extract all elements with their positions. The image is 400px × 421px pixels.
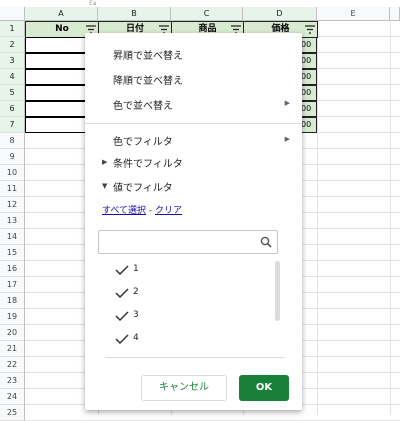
row-header[interactable]: 9 [0,149,25,165]
value-search-box[interactable] [98,230,278,254]
link-separator: - [146,206,155,216]
value-item-4[interactable]: 4 [133,333,139,343]
select-all-link[interactable]: すべて選択 [102,206,146,216]
cell-d5[interactable]: 00 [300,85,317,101]
menu-filter-by-color[interactable]: 色でフィルタ [113,133,173,148]
menu-sort-ascending[interactable]: 昇順で並べ替え [113,47,183,62]
menu-sort-by-color[interactable]: 色で並べ替え [113,97,173,112]
header-no-label: No [55,24,69,34]
collapse-down-icon[interactable]: ▼ [102,182,107,190]
row-header[interactable]: 1 [0,21,25,37]
column-header-f[interactable] [390,7,400,21]
value-item-2[interactable]: 2 [133,287,139,297]
column-header-d[interactable]: D [243,7,317,21]
row-header[interactable]: 8 [0,133,25,149]
row-header[interactable]: 23 [0,373,25,389]
row-header[interactable]: 2 [0,37,25,53]
row-header[interactable]: 25 [0,405,25,421]
cell-d2[interactable]: 00 [300,37,317,53]
menu-divider [85,123,302,124]
row-header[interactable]: 5 [0,85,25,101]
row-header[interactable]: 7 [0,117,25,133]
column-header-e[interactable]: E [317,7,390,21]
column-header-b[interactable]: B [98,7,171,21]
select-clear-links: すべて選択 - クリア [102,203,182,216]
value-item-1[interactable]: 1 [133,264,139,274]
list-divider [105,357,285,358]
ok-button[interactable]: OK [239,375,289,401]
cell-d7[interactable]: 00 [300,117,317,133]
menu-sort-descending[interactable]: 降順で並べ替え [113,72,183,87]
check-icon[interactable] [115,265,129,275]
row-header[interactable]: 13 [0,213,25,229]
row-header[interactable]: 3 [0,53,25,69]
row-header[interactable]: 19 [0,309,25,325]
check-icon[interactable] [115,311,129,321]
column-header-c[interactable]: C [171,7,243,21]
expand-right-icon[interactable]: ▶ [102,158,107,166]
menu-filter-by-values[interactable]: 値でフィルタ [113,179,173,194]
row-header[interactable]: 20 [0,325,25,341]
clear-link[interactable]: クリア [155,206,182,216]
select-all-corner[interactable] [0,7,25,21]
top-mark: Ea [89,0,97,7]
row-header[interactable]: 11 [0,181,25,197]
row-header[interactable]: 14 [0,229,25,245]
column-header-a[interactable]: A [25,7,98,21]
submenu-arrow-icon: ▶ [284,135,290,143]
filter-icon[interactable] [305,25,315,34]
check-icon[interactable] [115,288,129,298]
row-header[interactable]: 21 [0,341,25,357]
row-header[interactable]: 22 [0,357,25,373]
value-item-3[interactable]: 3 [133,310,139,320]
submenu-arrow-icon: ▶ [284,99,290,107]
row-header[interactable]: 10 [0,165,25,181]
row-header[interactable]: 6 [0,101,25,117]
list-scrollbar[interactable] [275,261,280,321]
row-header[interactable]: 15 [0,245,25,261]
search-icon [260,236,272,248]
search-input[interactable] [103,232,257,254]
row-header[interactable]: 4 [0,69,25,85]
row-header[interactable]: 17 [0,277,25,293]
cell-d3[interactable]: 00 [300,53,317,69]
check-icon[interactable] [115,334,129,344]
row-header[interactable]: 16 [0,261,25,277]
row-header[interactable]: 12 [0,197,25,213]
filter-dropdown-menu: 昇順で並べ替え 降順で並べ替え 色で並べ替え ▶ 色でフィルタ ▶ ▶ 条件でフ… [85,33,302,410]
menu-filter-by-condition[interactable]: 条件でフィルタ [113,155,183,170]
cell-d4[interactable]: 00 [300,69,317,85]
cell-d6[interactable]: 00 [300,101,317,117]
cancel-button[interactable]: キャンセル [141,375,227,401]
row-header[interactable]: 18 [0,293,25,309]
row-header[interactable]: 24 [0,389,25,405]
